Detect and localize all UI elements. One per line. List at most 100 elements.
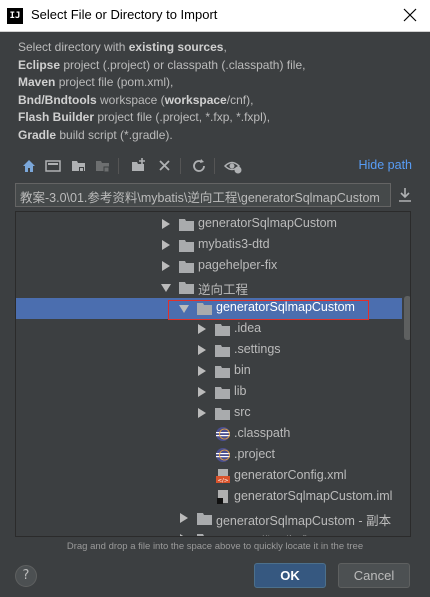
tree-row-label: .project xyxy=(234,447,275,461)
toolbar-separator xyxy=(214,158,215,174)
home-button[interactable] xyxy=(20,157,38,175)
tree-row-label: pagehelper-fix xyxy=(198,258,278,272)
delete-icon xyxy=(159,160,170,171)
description: Select directory with existing sources, … xyxy=(18,39,418,145)
download-icon xyxy=(399,188,411,202)
eclipse-file-icon xyxy=(215,447,231,463)
tree-row[interactable]: bin xyxy=(16,361,402,382)
xml-file-icon: </> xyxy=(215,468,231,484)
collapse-arrow-icon[interactable] xyxy=(162,240,170,250)
tree-row-label: lib xyxy=(234,384,247,398)
drag-drop-hint: Drag and drop a file into the space abov… xyxy=(66,541,364,552)
window-title: Select File or Directory to Import xyxy=(31,7,218,22)
folder-icon xyxy=(179,217,195,231)
tree-row[interactable]: generatorSqlmapCustom.iml xyxy=(16,487,402,508)
tree-row-label: .settings xyxy=(234,342,281,356)
tree-row[interactable]: mybatis代码生成 xyxy=(16,529,402,536)
desktop-icon xyxy=(45,160,61,172)
home-icon xyxy=(23,160,35,172)
collapse-arrow-icon[interactable] xyxy=(180,513,188,523)
title-bar: IJ Select File or Directory to Import xyxy=(0,0,430,32)
project-folder-button[interactable] xyxy=(70,157,88,175)
desc-line-2: Eclipse project (.project) or classpath … xyxy=(18,57,306,72)
folder-icon xyxy=(179,238,195,252)
new-folder-button[interactable] xyxy=(130,157,148,175)
toolbar: Hide path xyxy=(18,155,414,177)
desktop-button[interactable] xyxy=(44,157,62,175)
tree-row-label: generatorConfig.xml xyxy=(234,468,347,482)
collapse-arrow-icon[interactable] xyxy=(198,345,206,355)
tree-row[interactable]: generatorSqlmapCustom - 副本 xyxy=(16,508,402,529)
folder-icon xyxy=(215,406,231,420)
hide-path-link[interactable]: Hide path xyxy=(358,158,412,172)
desc-line-3: Maven project file (pom.xml), xyxy=(18,75,174,90)
tree-row-label: generatorSqlmapCustom xyxy=(198,216,337,230)
desc-line-1: Select directory with existing sources, xyxy=(18,40,227,54)
file-tree[interactable]: generatorSqlmapCustom mybatis3-dtd pagehel… xyxy=(15,211,411,537)
folder-icon xyxy=(215,385,231,399)
tree-row[interactable]: .classpath xyxy=(16,424,402,445)
path-input[interactable]: 教案-3.0\01.参考资料\mybatis\逆向工程\generatorSql… xyxy=(15,183,391,207)
collapse-arrow-icon[interactable] xyxy=(162,219,170,229)
show-hidden-icon xyxy=(223,161,242,174)
folder-icon xyxy=(179,280,195,294)
show-hidden-button[interactable] xyxy=(223,157,242,175)
help-button[interactable]: ? xyxy=(15,565,37,587)
intellij-app-icon: IJ xyxy=(7,8,23,24)
folder-icon xyxy=(215,343,231,357)
folder-icon xyxy=(179,259,195,273)
tree-row-label: src xyxy=(234,405,251,419)
tree-row-label: 逆向工程 xyxy=(198,283,249,297)
tree-row[interactable]: pagehelper-fix xyxy=(16,256,402,277)
tree-row-label: bin xyxy=(234,363,251,377)
collapse-arrow-icon[interactable] xyxy=(198,387,206,397)
highlight-annotation-box xyxy=(168,300,369,320)
toolbar-separator xyxy=(180,158,181,174)
tree-row-label: generatorSqlmapCustom - 副本 xyxy=(216,514,392,528)
tree-row-label: .idea xyxy=(234,321,262,335)
vertical-scrollbar[interactable] xyxy=(404,296,410,340)
tree-row[interactable]: mybatis3-dtd xyxy=(16,235,402,256)
refresh-icon xyxy=(193,159,205,172)
tree-row[interactable]: lib xyxy=(16,382,402,403)
folder-icon xyxy=(197,532,213,536)
tree-row[interactable]: 逆向工程 xyxy=(16,277,402,298)
new-folder-icon xyxy=(132,158,145,171)
download-path-button[interactable] xyxy=(396,186,414,204)
eclipse-file-icon xyxy=(215,426,231,442)
refresh-button[interactable] xyxy=(190,157,208,175)
close-icon xyxy=(403,8,417,22)
tree-row[interactable]: src xyxy=(16,403,402,424)
collapse-arrow-icon[interactable] xyxy=(198,366,206,376)
desc-line-6: Gradle build script (*.gradle). xyxy=(18,127,173,142)
project-folder-icon xyxy=(72,161,85,172)
collapse-arrow-icon[interactable] xyxy=(180,534,188,536)
tree-row-label: .classpath xyxy=(234,426,291,440)
collapse-arrow-icon[interactable] xyxy=(162,261,170,271)
tree-row-label: mybatis3-dtd xyxy=(198,237,270,251)
collapse-arrow-icon[interactable] xyxy=(198,324,206,334)
toolbar-separator xyxy=(118,158,119,174)
path-row: 教案-3.0\01.参考资料\mybatis\逆向工程\generatorSql… xyxy=(15,183,416,207)
cancel-button[interactable]: Cancel xyxy=(338,563,410,588)
module-folder-button[interactable] xyxy=(94,157,112,175)
delete-button[interactable] xyxy=(156,157,174,175)
close-button[interactable] xyxy=(400,5,420,25)
tree-row-label: mybatis代码生成 xyxy=(216,531,309,536)
tree-row-label: generatorSqlmapCustom.iml xyxy=(234,489,393,503)
tree-row[interactable]: .settings xyxy=(16,340,402,361)
expand-arrow-icon[interactable] xyxy=(161,284,171,292)
module-folder-icon xyxy=(96,161,110,173)
tree-row[interactable]: .idea xyxy=(16,319,402,340)
svg-text:</>: </> xyxy=(217,478,228,484)
tree-row[interactable]: </> generatorConfig.xml xyxy=(16,466,402,487)
import-dialog: IJ Select File or Directory to Import Se… xyxy=(0,0,430,597)
folder-icon xyxy=(215,364,231,378)
desc-line-5: Flash Builder project file (.project, *.… xyxy=(18,110,271,125)
folder-icon xyxy=(215,322,231,336)
tree-row[interactable]: .project xyxy=(16,445,402,466)
collapse-arrow-icon[interactable] xyxy=(198,408,206,418)
folder-icon xyxy=(197,511,213,525)
tree-row[interactable]: generatorSqlmapCustom xyxy=(16,214,402,235)
ok-button[interactable]: OK xyxy=(254,563,326,588)
